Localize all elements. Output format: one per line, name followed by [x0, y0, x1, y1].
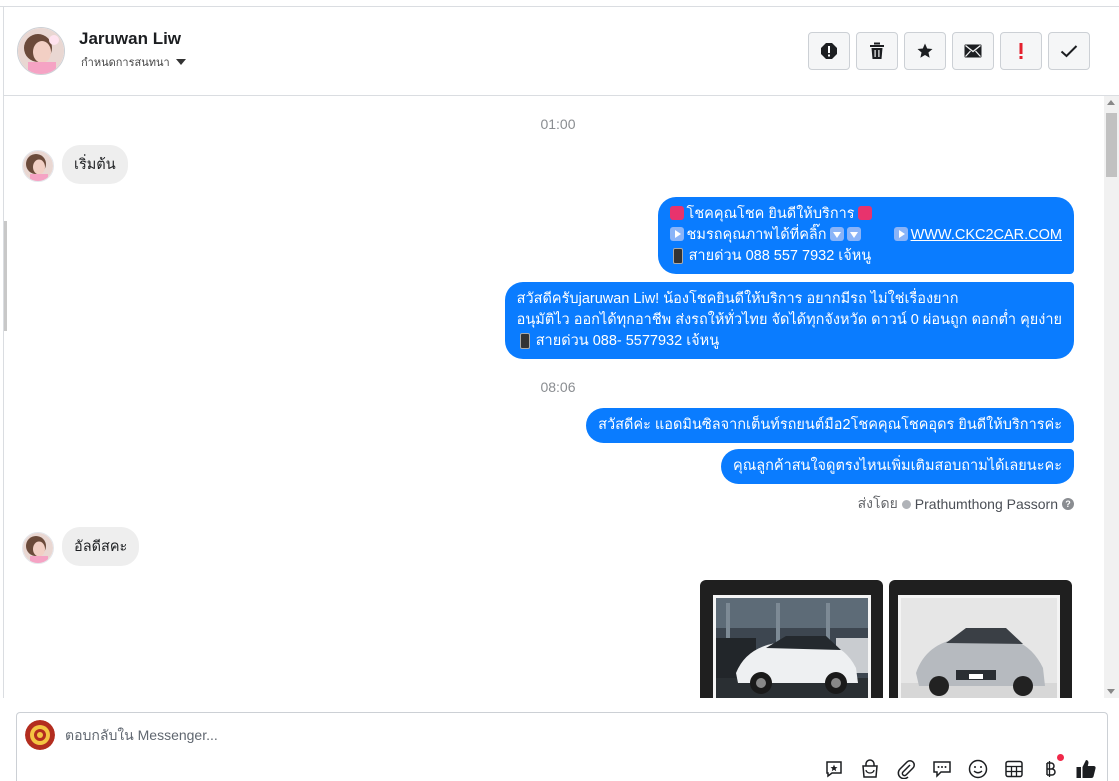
star-icon [917, 43, 933, 58]
shop-button[interactable] [858, 757, 881, 780]
sent-by-info: ส่งโดย Prathumthong Passorn ? [858, 493, 1074, 515]
help-icon[interactable]: ? [1062, 498, 1074, 510]
car-photo [898, 595, 1060, 698]
scrollbar-thumb[interactable] [1106, 113, 1117, 177]
message-thread[interactable]: 01:00 เริ่มต้น โชคคุณโชค ยินดีให้บริการ … [3, 96, 1104, 698]
down-arrow-emoji-icon [846, 227, 861, 241]
left-scroll-indicator [4, 221, 7, 331]
contact-avatar-small [22, 532, 54, 564]
outgoing-message: สวัสดีครับjaruwan Liw! น้องโชคยินดีให้บร… [504, 282, 1074, 359]
flower-emoji-icon [857, 206, 872, 220]
timestamp: 08:06 [540, 379, 576, 395]
shopping-bag-icon [861, 758, 878, 778]
caret-down-icon [175, 59, 186, 65]
car-photo [713, 595, 871, 698]
assign-conversation-label: กำหนดการสนทนา [81, 57, 170, 69]
page-avatar [25, 720, 55, 750]
message-text: อนุมัติไว ออกได้ทุกอาชีพ ส่งรถให้ทั่วไทย… [516, 312, 1062, 328]
smiley-icon [968, 759, 987, 778]
timestamp: 01:00 [540, 116, 576, 132]
table-button[interactable] [1002, 757, 1025, 780]
message-line: สายด่วน 088- 5577932 เจ้หนู [517, 331, 1062, 352]
composer-toolbar [822, 754, 1097, 780]
message-text: สวัสดีครับjaruwan Liw! น้องโชคยินดีให้บร… [516, 291, 959, 307]
conversation-header: Jaruwan Liw กำหนดการสนทนา [3, 7, 1119, 96]
message-line: ชมรถคุณภาพได้ที่คลิ๊ก WWW.CKC2CAR.COM [669, 225, 1062, 246]
message-text: สายด่วน 088 557 7932 เจ้หนู [688, 248, 872, 264]
message-text: ชมรถคุณภาพได้ที่คลิ๊ก [686, 227, 827, 243]
quick-replies-button[interactable] [930, 757, 953, 780]
message-text: สายด่วน 088- 5577932 เจ้หนู [535, 333, 720, 349]
thumbs-up-icon [1076, 759, 1096, 778]
assign-conversation-dropdown[interactable]: กำหนดการสนทนา [81, 53, 186, 71]
car-photo-attachment[interactable] [889, 580, 1072, 698]
flower-emoji-icon [669, 206, 684, 220]
contact-avatar[interactable] [17, 27, 65, 75]
incoming-message: เริ่มต้น [62, 145, 128, 184]
thread-scrollbar[interactable] [1104, 96, 1119, 698]
trash-icon [870, 42, 884, 59]
message-line: สายด่วน 088 557 7932 เจ้หนู [670, 246, 1062, 267]
mark-unread-button[interactable] [952, 32, 994, 70]
attach-button[interactable] [894, 757, 917, 780]
saved-reply-button[interactable] [822, 757, 845, 780]
header-actions [808, 32, 1090, 70]
reply-composer [16, 712, 1108, 781]
play-emoji-icon [669, 227, 684, 241]
exclamation-icon [1019, 43, 1023, 59]
alert-circle-icon [821, 43, 837, 59]
like-button[interactable] [1074, 757, 1097, 780]
outgoing-message: คุณลูกค้าสนใจดูตรงไหนเพิ่มเติมสอบถามได้เ… [721, 449, 1074, 484]
payment-button[interactable] [1038, 754, 1064, 780]
notification-dot [1057, 754, 1064, 761]
down-arrow-emoji-icon [829, 227, 844, 241]
incoming-message: อัลดีสคะ [62, 527, 140, 566]
sent-by-label: ส่งโดย [857, 495, 898, 511]
chat-bubbles-icon [932, 760, 951, 778]
message-text: โชคคุณโชค ยินดีให้บริการ [686, 206, 855, 222]
website-link[interactable]: WWW.CKC2CAR.COM [911, 227, 1062, 243]
play-emoji-icon [893, 227, 908, 241]
saved-reply-icon [825, 760, 842, 777]
check-icon [1060, 45, 1078, 58]
agent-status-icon [901, 499, 911, 509]
car-photo-attachment[interactable] [700, 580, 883, 698]
scroll-up-arrow-icon[interactable] [1107, 100, 1115, 105]
reply-input[interactable] [65, 725, 965, 745]
outgoing-message: สวัสดีค่ะ แอดมินซิลจากเต็นท์รถยนต์มือ2โช… [586, 408, 1074, 443]
baht-icon [1045, 760, 1056, 777]
sent-by-agent: Prathumthong Passorn [914, 496, 1058, 512]
phone-emoji-icon [670, 248, 683, 264]
phone-emoji-icon [517, 333, 530, 349]
envelope-icon [964, 44, 982, 58]
outgoing-message: โชคคุณโชค ยินดีให้บริการ ชมรถคุณภาพได้ที… [657, 197, 1074, 274]
emoji-button[interactable] [966, 757, 989, 780]
delete-button[interactable] [856, 32, 898, 70]
contact-avatar-small [22, 150, 54, 182]
paperclip-icon [897, 759, 915, 779]
table-icon [1004, 760, 1023, 777]
scroll-down-arrow-icon[interactable] [1107, 689, 1115, 694]
report-spam-button[interactable] [808, 32, 850, 70]
message-line: โชคคุณโชค ยินดีให้บริการ [669, 204, 1062, 225]
follow-up-button[interactable] [1000, 32, 1042, 70]
mark-done-button[interactable] [1048, 32, 1090, 70]
contact-name[interactable]: Jaruwan Liw [79, 29, 181, 49]
star-button[interactable] [904, 32, 946, 70]
